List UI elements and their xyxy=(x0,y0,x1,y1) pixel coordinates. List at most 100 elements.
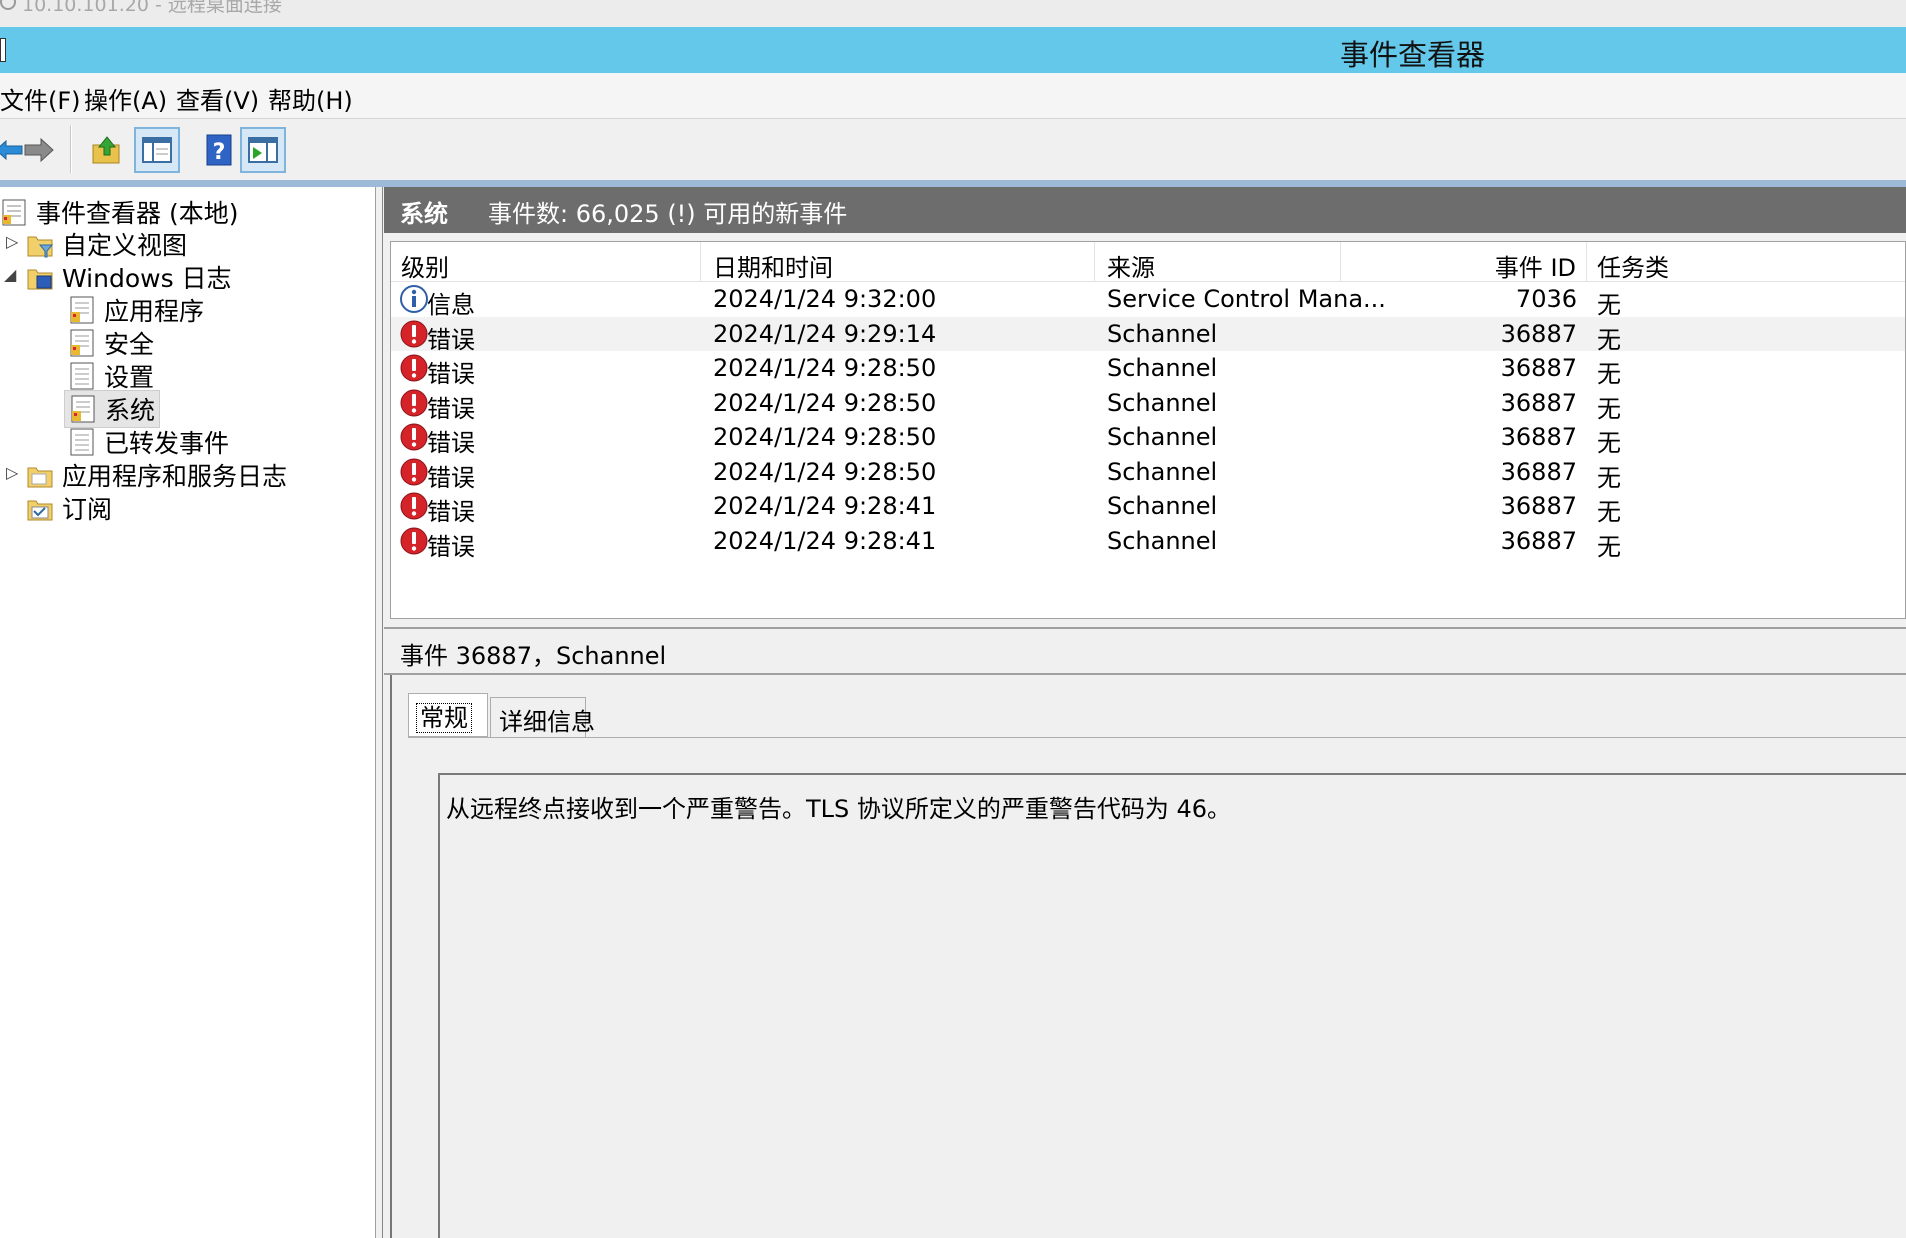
toolbar-separator xyxy=(70,125,72,173)
toolbar: ? xyxy=(0,119,1906,181)
cell-level: 错误 xyxy=(427,532,475,561)
tree-label-setup: 设置 xyxy=(104,363,155,392)
tab-details[interactable]: 详细信息 xyxy=(490,697,595,737)
event-description-box[interactable]: 从远程终点接收到一个严重警告。TLS 协议所定义的严重警告代码为 46。 xyxy=(438,773,1906,1238)
events-table: 级别 日期和时间 来源 事件 ID 任务类 信息 2024/1/24 9:32:0… xyxy=(390,241,1906,619)
show-hide-action-pane-icon[interactable] xyxy=(240,127,286,173)
event-detail-header: 事件 36887，Schannel xyxy=(384,627,1906,675)
tree-label-custom-views: 自定义视图 xyxy=(62,231,188,260)
cell-event-id: 36887 xyxy=(1500,457,1577,486)
event-detail-panel: 常规 详细信息 从远程终点接收到一个严重警告。TLS 协议所定义的严重警告代码为… xyxy=(390,675,1906,1238)
collapse-arrow-icon[interactable]: ◢ xyxy=(4,265,16,284)
cell-event-id: 36887 xyxy=(1500,319,1577,348)
table-row[interactable]: 错误 2024/1/24 9:28:50 Schannel 36887 无 xyxy=(391,386,1905,423)
tab-general[interactable]: 常规 xyxy=(408,693,488,737)
table-row[interactable]: 错误 2024/1/24 9:28:41 Schannel 36887 无 xyxy=(391,524,1905,561)
cell-task: 无 xyxy=(1597,325,1621,354)
cell-level: 错误 xyxy=(427,498,475,526)
event-description: 从远程终点接收到一个严重警告。TLS 协议所定义的严重警告代码为 46。 xyxy=(446,795,1232,823)
log-icon xyxy=(70,329,94,357)
log-icon xyxy=(71,395,95,423)
tree-label-forwarded-events: 已转发事件 xyxy=(104,429,230,458)
column-header-source[interactable]: 来源 xyxy=(1095,242,1341,282)
cell-datetime: 2024/1/24 9:28:50 xyxy=(713,457,937,486)
cell-source: Schannel xyxy=(1107,492,1218,520)
menu-file[interactable]: 文件(F) xyxy=(0,81,81,116)
cell-event-id: 36887 xyxy=(1500,492,1577,520)
cell-task: 无 xyxy=(1597,360,1621,388)
column-header-level[interactable]: 级别 xyxy=(391,242,701,282)
cell-level: 错误 xyxy=(427,360,475,388)
cell-task: 无 xyxy=(1597,394,1621,423)
cell-source: Schannel xyxy=(1107,457,1218,486)
cell-event-id: 36887 xyxy=(1500,354,1577,382)
show-hide-tree-icon[interactable] xyxy=(134,127,180,173)
table-row[interactable]: 错误 2024/1/24 9:28:50 Schannel 36887 无 xyxy=(391,455,1905,492)
tree-label-app-service-logs: 应用程序和服务日志 xyxy=(62,462,288,491)
cell-source: Schannel xyxy=(1107,388,1218,417)
tree-label-system: 系统 xyxy=(105,396,156,425)
table-row[interactable]: 错误 2024/1/24 9:28:50 Schannel 36887 无 xyxy=(391,420,1905,457)
cell-level: 错误 xyxy=(427,394,475,423)
cell-source: Schannel xyxy=(1107,354,1218,382)
tab-general-label: 常规 xyxy=(416,703,472,733)
cell-task: 无 xyxy=(1597,532,1621,561)
cell-datetime: 2024/1/24 9:32:00 xyxy=(713,285,937,313)
subscriptions-icon xyxy=(27,500,53,521)
table-row[interactable]: 错误 2024/1/24 9:29:14 Schannel 36887 无 xyxy=(391,316,1905,354)
tree-label-application: 应用程序 xyxy=(104,297,205,326)
tree-label-windows-logs: Windows 日志 xyxy=(62,264,232,293)
error-icon xyxy=(400,354,428,382)
cell-level: 错误 xyxy=(427,463,475,492)
cell-level: 错误 xyxy=(427,429,475,457)
window-title: 事件查看器 xyxy=(1340,38,1486,72)
cell-source: Schannel xyxy=(1107,526,1218,555)
cell-level: 信息 xyxy=(427,291,475,319)
cell-datetime: 2024/1/24 9:28:50 xyxy=(713,354,937,382)
tab-divider xyxy=(408,737,1906,738)
cell-event-id: 36887 xyxy=(1500,423,1577,451)
toolbar-border xyxy=(0,180,1906,187)
error-icon xyxy=(400,492,428,520)
cell-datetime: 2024/1/24 9:28:41 xyxy=(713,526,937,555)
svg-text:?: ? xyxy=(213,140,226,165)
table-row[interactable]: 错误 2024/1/24 9:28:50 Schannel 36887 无 xyxy=(391,351,1905,388)
info-icon xyxy=(400,285,428,313)
navigation-tree: 事件查看器 (本地) ▷ 自定义视图 ◢ Windows 日志 应用程序 安全 … xyxy=(0,187,376,1238)
tree-item-subscriptions[interactable]: 订阅 xyxy=(26,489,112,527)
up-folder-icon[interactable] xyxy=(84,127,130,173)
tree-label-security: 安全 xyxy=(104,330,155,359)
folder-filter-icon xyxy=(27,236,54,258)
cell-task: 无 xyxy=(1597,429,1621,457)
cell-datetime: 2024/1/24 9:28:50 xyxy=(713,423,937,451)
expand-arrow-icon[interactable]: ▷ xyxy=(6,463,18,482)
cell-event-id: 36887 xyxy=(1500,526,1577,555)
error-icon xyxy=(400,320,428,347)
log-header: 系统 事件数: 66,025 (!) 可用的新事件 xyxy=(384,187,1906,233)
expand-arrow-icon[interactable]: ▷ xyxy=(6,232,18,251)
menu-help[interactable]: 帮助(H) xyxy=(268,81,353,116)
menu-action[interactable]: 操作(A) xyxy=(84,81,167,116)
cell-task: 无 xyxy=(1597,498,1621,526)
menu-view[interactable]: 查看(V) xyxy=(176,81,259,116)
cell-event-id: 7036 xyxy=(1515,285,1577,313)
error-icon xyxy=(400,389,428,416)
log-icon xyxy=(70,362,94,390)
column-header-event-id[interactable]: 事件 ID xyxy=(1341,242,1587,282)
cell-task: 无 xyxy=(1597,291,1621,319)
window-icon xyxy=(0,38,6,62)
column-header-datetime[interactable]: 日期和时间 xyxy=(701,242,1095,282)
help-icon[interactable]: ? xyxy=(196,127,242,173)
event-detail-title: 事件 36887，Schannel xyxy=(400,642,667,670)
table-row[interactable]: 错误 2024/1/24 9:28:41 Schannel 36887 无 xyxy=(391,489,1905,526)
cell-datetime: 2024/1/24 9:29:14 xyxy=(713,319,937,348)
table-header: 级别 日期和时间 来源 事件 ID 任务类 xyxy=(391,242,1905,282)
column-header-task[interactable]: 任务类 xyxy=(1587,242,1905,282)
window-titlebar[interactable]: 事件查看器 xyxy=(0,27,1906,73)
table-row[interactable]: 信息 2024/1/24 9:32:00 Service Control Mana.… xyxy=(391,282,1905,319)
forward-arrow-icon[interactable] xyxy=(16,127,62,173)
remote-desktop-icon xyxy=(0,0,16,10)
menu-bar: 文件(F) 操作(A) 查看(V) 帮助(H) xyxy=(0,73,1906,119)
event-count: 事件数: 66,025 (!) 可用的新事件 xyxy=(488,200,848,228)
pane-splitter[interactable] xyxy=(376,187,383,1238)
